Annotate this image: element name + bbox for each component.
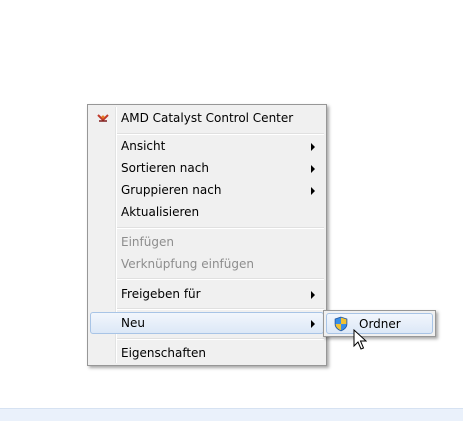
menu-item-sortieren-nach[interactable]: Sortieren nach <box>90 157 324 179</box>
amd-catalyst-icon <box>97 114 109 122</box>
menu-item-label: Einfügen <box>121 235 174 249</box>
menu-separator <box>117 278 324 280</box>
menu-item-einfuegen: Einfügen <box>90 231 324 253</box>
submenu-arrow-icon <box>311 320 315 328</box>
submenu-arrow-icon <box>311 143 315 151</box>
menu-item-ansicht[interactable]: Ansicht <box>90 135 324 157</box>
menu-item-verknuepfung-einfuegen: Verknüpfung einfügen <box>90 253 324 275</box>
submenu-arrow-icon <box>311 187 315 195</box>
menu-separator <box>117 338 324 340</box>
menu-item-label: Verknüpfung einfügen <box>121 257 254 271</box>
mouse-pointer-icon <box>353 329 367 350</box>
menu-item-label: Freigeben für <box>121 287 201 301</box>
menu-item-amd-catalyst[interactable]: AMD Catalyst Control Center <box>90 107 324 129</box>
menu-item-label: Ansicht <box>121 139 166 153</box>
menu-item-label: Aktualisieren <box>121 205 200 219</box>
menu-item-neu[interactable]: Neu <box>90 312 324 334</box>
submenu-item-ordner[interactable]: Ordner <box>326 313 433 334</box>
uac-shield-icon <box>334 316 348 332</box>
menu-item-eigenschaften[interactable]: Eigenschaften <box>90 342 324 364</box>
menu-item-label: Eigenschaften <box>121 346 207 360</box>
submenu-arrow-icon <box>311 165 315 173</box>
menu-item-label: Neu <box>121 316 145 330</box>
menu-item-label: AMD Catalyst Control Center <box>121 111 294 125</box>
taskbar-edge <box>0 408 463 421</box>
menu-separator <box>117 308 324 310</box>
submenu-arrow-icon <box>311 291 315 299</box>
menu-separator <box>117 227 324 229</box>
menu-item-gruppieren-nach[interactable]: Gruppieren nach <box>90 179 324 201</box>
menu-item-label: Sortieren nach <box>121 161 209 175</box>
new-submenu: Ordner <box>323 310 436 337</box>
menu-item-freigeben-fuer[interactable]: Freigeben für <box>90 283 324 305</box>
menu-item-label: Gruppieren nach <box>121 183 222 197</box>
desktop-context-menu: AMD Catalyst Control Center Ansicht Sort… <box>87 104 327 366</box>
menu-item-aktualisieren[interactable]: Aktualisieren <box>90 201 324 223</box>
